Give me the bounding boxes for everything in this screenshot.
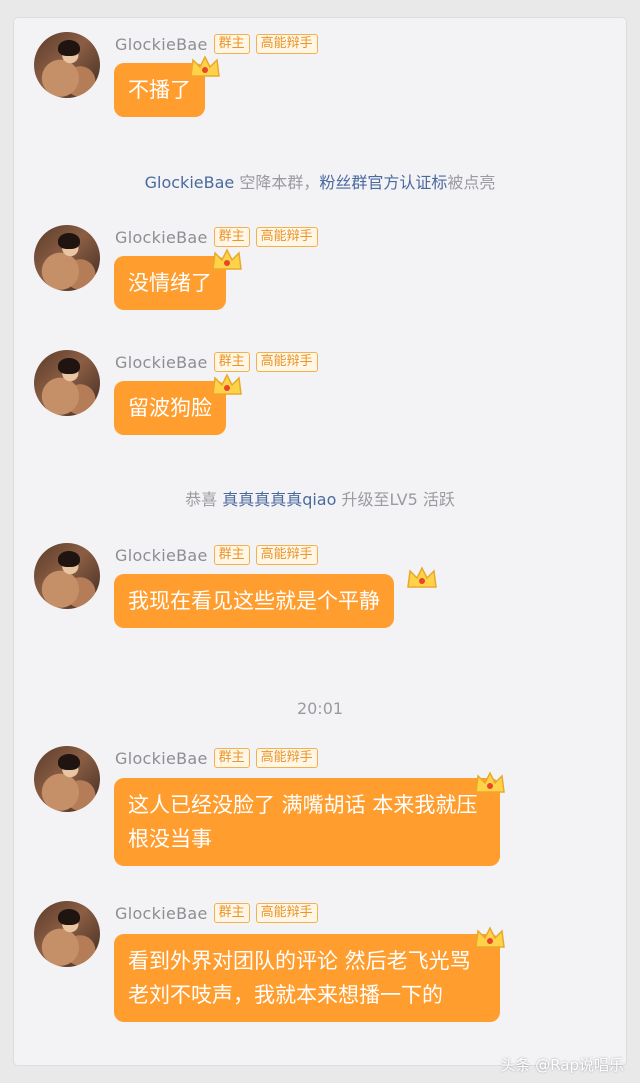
system-notice-level: 恭喜 真真真真真qiao 升级至LV5 活跃 <box>14 486 626 510</box>
title-badge: 高能辩手 <box>255 227 318 247</box>
sender-name[interactable]: GlockieBae <box>115 228 208 247</box>
notice-prefix: 恭喜 <box>185 490 223 509</box>
notice-user[interactable]: GlockieBae <box>145 173 235 192</box>
notice-link[interactable]: 粉丝群官方认证标 <box>319 173 447 192</box>
avatar[interactable] <box>34 543 100 609</box>
timestamp: 20:01 <box>296 699 344 718</box>
sender-name[interactable]: GlockieBae <box>115 35 208 54</box>
message-bubble[interactable]: 我现在看见这些就是个平静 <box>114 574 394 628</box>
sender-name[interactable]: GlockieBae <box>115 904 208 923</box>
message-bubble[interactable]: 这人已经没脸了 满嘴胡话 本来我就压根没当事 <box>114 778 500 866</box>
crown-icon <box>475 771 505 793</box>
message-bubble[interactable]: 看到外界对团队的评论 然后老飞光骂 老刘不吱声，我就本来想播一下的 <box>114 934 500 1022</box>
sender-row: GlockieBae 群主 高能辩手 <box>115 545 318 565</box>
crown-icon <box>475 926 505 948</box>
chat-panel: GlockieBae 群主 高能辩手 不播了 GlockieBae 空降本群，粉… <box>14 18 626 1065</box>
owner-badge: 群主 <box>213 545 250 565</box>
sender-name[interactable]: GlockieBae <box>115 749 208 768</box>
crown-icon <box>212 373 242 395</box>
title-badge: 高能辩手 <box>255 352 318 372</box>
crown-icon <box>212 248 242 270</box>
notice-text-end: 被点亮 <box>447 173 496 192</box>
avatar[interactable] <box>34 32 100 98</box>
sender-row: GlockieBae 群主 高能辩手 <box>115 34 318 54</box>
avatar[interactable] <box>34 350 100 416</box>
watermark: 头条 @Rap说唱乐 <box>500 1056 624 1074</box>
crown-icon <box>407 566 437 588</box>
avatar[interactable] <box>34 225 100 291</box>
sender-row: GlockieBae 群主 高能辩手 <box>115 352 318 372</box>
owner-badge: 群主 <box>213 227 250 247</box>
notice-user[interactable]: 真真真真真qiao <box>222 490 336 509</box>
owner-badge: 群主 <box>213 34 250 54</box>
title-badge: 高能辩手 <box>255 34 318 54</box>
sender-row: GlockieBae 群主 高能辩手 <box>115 748 318 768</box>
sender-name[interactable]: GlockieBae <box>115 546 208 565</box>
title-badge: 高能辩手 <box>255 903 318 923</box>
notice-text-end: 升级至LV5 活跃 <box>336 490 455 509</box>
sender-name[interactable]: GlockieBae <box>115 353 208 372</box>
sender-row: GlockieBae 群主 高能辩手 <box>115 903 318 923</box>
sender-row: GlockieBae 群主 高能辩手 <box>115 227 318 247</box>
title-badge: 高能辩手 <box>255 545 318 565</box>
avatar[interactable] <box>34 901 100 967</box>
avatar[interactable] <box>34 746 100 812</box>
owner-badge: 群主 <box>213 352 250 372</box>
title-badge: 高能辩手 <box>255 748 318 768</box>
notice-text: 空降本群， <box>234 173 320 192</box>
owner-badge: 群主 <box>213 748 250 768</box>
system-notice-join: GlockieBae 空降本群，粉丝群官方认证标被点亮 <box>14 169 626 193</box>
crown-icon <box>190 55 220 77</box>
owner-badge: 群主 <box>213 903 250 923</box>
